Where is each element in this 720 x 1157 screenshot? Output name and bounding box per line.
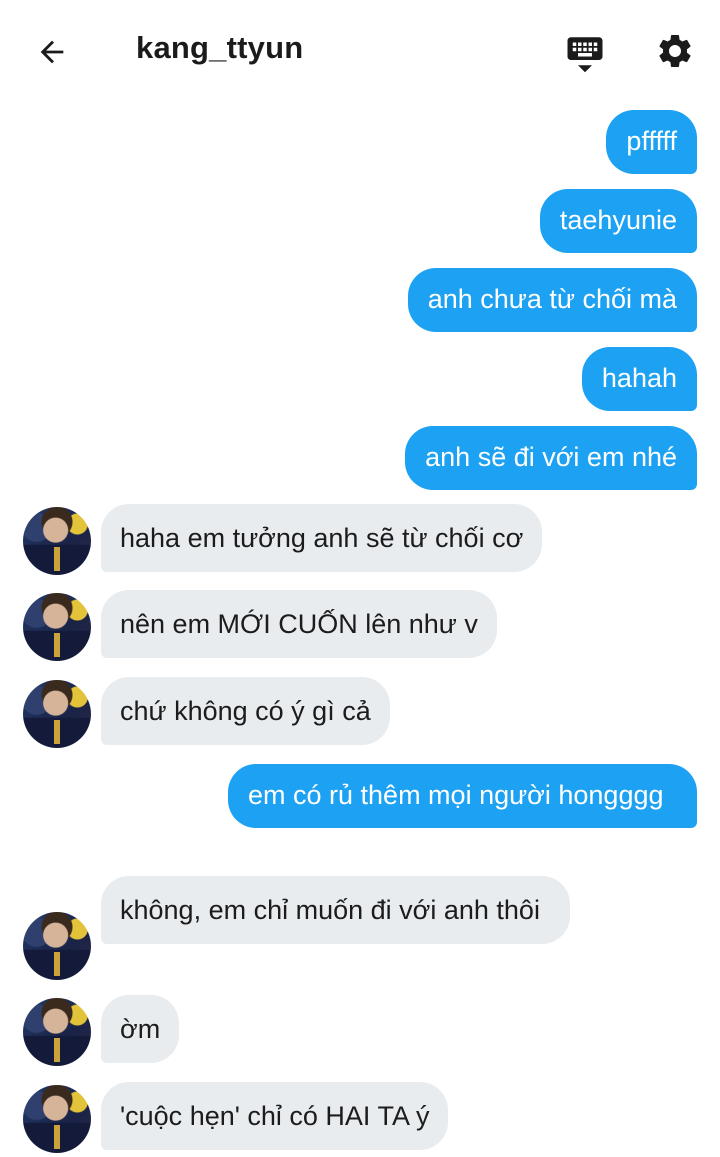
outgoing-message[interactable]: taehyunie xyxy=(539,189,697,253)
avatar[interactable] xyxy=(23,1085,91,1153)
keyboard-icon xyxy=(567,37,603,73)
outgoing-message[interactable]: pfffff xyxy=(606,110,697,174)
conversation-title: kang_ttyun xyxy=(136,30,304,65)
outgoing-message[interactable]: hahah xyxy=(581,347,697,411)
outgoing-message[interactable]: anh sẽ đi với em nhé xyxy=(405,426,697,490)
incoming-message[interactable]: ờm xyxy=(101,995,180,1063)
incoming-message[interactable]: nên em MỚI CUỐN lên như v xyxy=(101,590,497,658)
settings-button[interactable] xyxy=(652,28,698,74)
avatar[interactable] xyxy=(23,593,91,661)
avatar[interactable] xyxy=(23,680,91,748)
outgoing-message[interactable]: em có rủ thêm mọi người hongggg xyxy=(228,764,697,828)
chat-header: kang_ttyun xyxy=(0,0,720,104)
outgoing-message[interactable]: anh chưa từ chối mà xyxy=(407,268,697,332)
incoming-message[interactable]: haha em tưởng anh sẽ từ chối cơ xyxy=(101,504,543,572)
incoming-message[interactable]: 'cuộc hẹn' chỉ có HAI TA ý xyxy=(101,1082,449,1150)
incoming-message[interactable]: không, em chỉ muốn đi với anh thôi xyxy=(101,876,570,944)
avatar[interactable] xyxy=(23,912,91,980)
keyboard-button[interactable] xyxy=(562,30,608,76)
avatar[interactable] xyxy=(23,507,91,575)
avatar[interactable] xyxy=(23,998,91,1066)
gear-icon xyxy=(659,34,691,67)
incoming-message[interactable]: chứ không có ý gì cả xyxy=(101,677,390,745)
arrow-left-icon xyxy=(40,40,64,64)
back-button[interactable] xyxy=(28,28,76,76)
